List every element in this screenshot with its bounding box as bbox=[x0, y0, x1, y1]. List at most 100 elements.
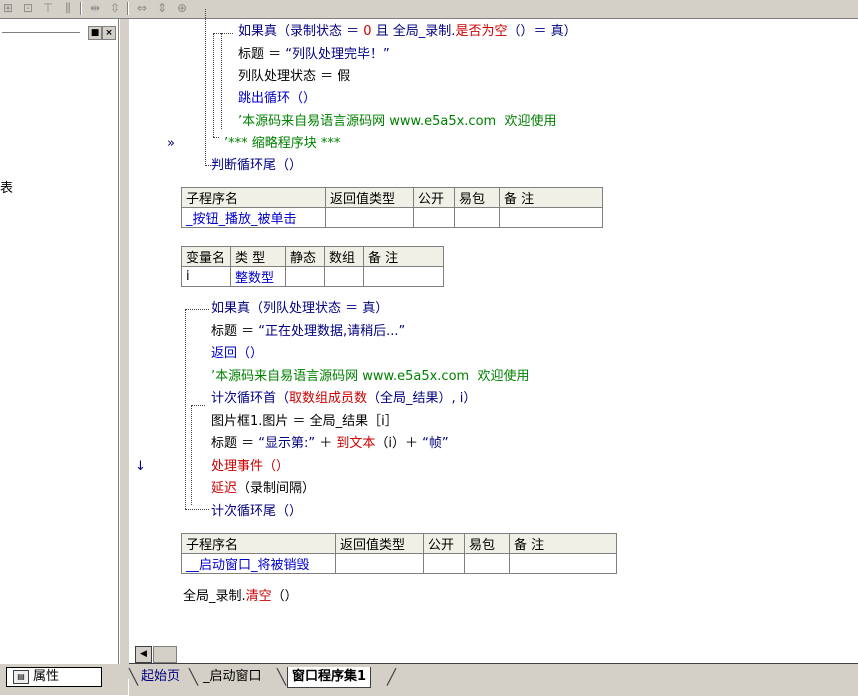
close-icon[interactable]: × bbox=[102, 26, 116, 40]
tab-divider: ╲ bbox=[189, 668, 199, 686]
table-header: 备 注 bbox=[363, 246, 444, 267]
subroutine-name-cell[interactable]: __启动窗口_将被销毁 bbox=[181, 553, 336, 574]
code-line[interactable]: 图片框1.图片 ＝ 全局_结果［i］ bbox=[211, 414, 398, 430]
table-cell[interactable] bbox=[464, 553, 510, 574]
scroll-thumb[interactable] bbox=[153, 646, 177, 663]
code-function: 清空 bbox=[245, 589, 272, 604]
code-token: （全局_结果）, i） bbox=[367, 391, 477, 406]
flow-line bbox=[185, 309, 209, 310]
collapse-marker-icon[interactable]: » bbox=[167, 136, 175, 151]
code-line[interactable]: 全局_录制.清空（） bbox=[183, 589, 298, 605]
code-line[interactable]: 标题 ＝ “显示第:” ＋ 到文本（i）＋ “帧” bbox=[211, 436, 449, 452]
editor-tabbar: ╲ 起始页 ╲ _启动窗口 ╲ 窗口程序集1 ╱ bbox=[129, 663, 858, 696]
code-token: （i）＋ bbox=[375, 436, 423, 451]
spacing-v-icon[interactable]: ⇳ bbox=[107, 1, 123, 15]
table-header: 备 注 bbox=[509, 533, 617, 554]
code-token: （） bbox=[271, 589, 298, 604]
table-header: 易包 bbox=[464, 533, 510, 554]
code-line[interactable]: 计次循环首（取数组成员数（全局_结果）, i） bbox=[211, 391, 476, 407]
scroll-left-icon[interactable]: ◀ bbox=[135, 646, 152, 663]
table-header: 静态 bbox=[285, 246, 325, 267]
code-line[interactable]: 返回（） bbox=[211, 346, 263, 362]
code-line[interactable]: 标题 ＝ “列队处理完毕！” bbox=[238, 47, 390, 63]
code-line[interactable]: 如果真（录制状态 ＝ 0 且 全局_录制.是否为空（）＝ 真） bbox=[238, 24, 577, 40]
variable-name-cell[interactable]: i bbox=[181, 266, 231, 287]
subroutine-table: 子程序名 返回值类型 公开 易包 备 注 _按钮_播放_被单击 bbox=[181, 187, 603, 228]
tab-start-page[interactable]: 起始页 bbox=[137, 667, 184, 687]
table-cell[interactable] bbox=[499, 207, 603, 228]
code-comment[interactable]: ’本源码来自易语言源码网 www.e5a5x.com 欢迎使用 bbox=[238, 114, 556, 130]
code-line[interactable]: 列队处理状态 ＝ 假 bbox=[238, 69, 350, 85]
code-token: 计次循环首（ bbox=[211, 391, 290, 406]
table-header: 公开 bbox=[423, 533, 465, 554]
code-string: “显示第:” bbox=[258, 436, 316, 451]
code-token: ＋ bbox=[315, 436, 337, 451]
flow-line bbox=[185, 309, 186, 509]
code-editor[interactable]: 如果真（录制状态 ＝ 0 且 全局_录制.是否为空（）＝ 真） 标题 ＝ “列队… bbox=[129, 9, 858, 645]
code-line[interactable]: 判断循环尾（） bbox=[211, 158, 302, 174]
table-header: 变量名 bbox=[181, 246, 231, 267]
align-top-icon[interactable]: ⊤ bbox=[40, 1, 56, 15]
subroutine-name-cell[interactable]: _按钮_播放_被单击 bbox=[181, 207, 326, 228]
table-cell[interactable] bbox=[285, 266, 325, 287]
table-cell[interactable] bbox=[325, 207, 414, 228]
layout-icon[interactable]: ⊡ bbox=[20, 1, 36, 15]
code-function: 延迟 bbox=[211, 481, 238, 496]
code-line[interactable]: 跳出循环（） bbox=[238, 91, 316, 107]
flow-line bbox=[205, 9, 206, 166]
code-line[interactable]: 处理事件（） bbox=[211, 459, 289, 475]
code-string: “列队处理完毕！” bbox=[285, 47, 390, 62]
table-cell[interactable] bbox=[324, 266, 364, 287]
left-panel: ■ × 表 bbox=[0, 19, 119, 664]
code-token: 标题 ＝ bbox=[211, 324, 259, 339]
code-string: “帧” bbox=[422, 436, 449, 451]
code-line[interactable]: 延迟（录制间隔） bbox=[211, 481, 315, 497]
properties-tab[interactable]: ▤ 属性 bbox=[6, 667, 102, 687]
code-line[interactable]: 计次循环尾（） bbox=[211, 504, 302, 520]
restore-icon[interactable]: ■ bbox=[88, 26, 102, 40]
code-function: 到文本 bbox=[336, 436, 376, 451]
table-cell[interactable] bbox=[454, 207, 500, 228]
table-header: 返回值类型 bbox=[335, 533, 424, 554]
variable-type-cell[interactable]: 整数型 bbox=[230, 266, 286, 287]
table-cell[interactable] bbox=[413, 207, 455, 228]
resize-v-icon[interactable]: ⇕ bbox=[154, 1, 170, 15]
toolbar-separator bbox=[127, 2, 129, 15]
code-line[interactable]: 如果真（列队处理状态 ＝ 真） bbox=[211, 301, 388, 317]
resize-icon[interactable]: ⇔ bbox=[134, 1, 150, 15]
flow-line bbox=[191, 405, 192, 505]
code-string: “正在处理数据,请稍后...” bbox=[258, 324, 406, 339]
left-panel-titlebar: ■ × bbox=[0, 25, 118, 41]
table-cell[interactable] bbox=[335, 553, 424, 574]
flow-line bbox=[213, 33, 214, 137]
table-cell[interactable] bbox=[509, 553, 617, 574]
table-cell[interactable] bbox=[363, 266, 444, 287]
code-token: 是否为空 bbox=[455, 24, 508, 39]
table-cell[interactable] bbox=[423, 553, 465, 574]
tab-startup-window[interactable]: _启动窗口 bbox=[199, 667, 266, 687]
code-function: 取数组成员数 bbox=[289, 391, 368, 406]
code-token: （）＝ 真） bbox=[507, 24, 577, 39]
flow-line bbox=[221, 33, 222, 129]
spacing-h-icon[interactable]: ⇹ bbox=[87, 1, 103, 15]
resize-both-icon[interactable]: ⊕ bbox=[174, 1, 190, 15]
horizontal-scrollbar[interactable]: ◀ bbox=[129, 645, 858, 663]
tab-divider: ╱ bbox=[387, 668, 397, 686]
flow-line bbox=[213, 137, 219, 138]
properties-tab-label: 属性 bbox=[33, 669, 60, 684]
flow-line bbox=[213, 33, 233, 34]
grid-icon[interactable]: ⊞ bbox=[0, 1, 16, 15]
table-header: 子程序名 bbox=[181, 187, 326, 208]
align-middle-icon[interactable]: ⫼ bbox=[60, 1, 76, 15]
table-header: 备 注 bbox=[499, 187, 603, 208]
code-comment[interactable]: ’*** 缩略程序块 *** bbox=[224, 136, 340, 152]
variable-table: 变量名 类 型 静态 数组 备 注 i 整数型 bbox=[181, 246, 444, 287]
table-header: 数组 bbox=[324, 246, 364, 267]
code-comment[interactable]: ’本源码来自易语言源码网 www.e5a5x.com 欢迎使用 bbox=[211, 369, 529, 385]
tab-window-program-set[interactable]: 窗口程序集1 bbox=[287, 667, 372, 688]
layout-toolbar: ⊞ ⊡ ⊤ ⫼ ⇹ ⇳ ⇔ ⇕ ⊕ bbox=[0, 0, 858, 19]
flow-line bbox=[185, 509, 209, 510]
code-token: （录制间隔） bbox=[237, 481, 316, 496]
code-line[interactable]: 标题 ＝ “正在处理数据,请稍后...” bbox=[211, 324, 405, 340]
table-header: 易包 bbox=[454, 187, 500, 208]
